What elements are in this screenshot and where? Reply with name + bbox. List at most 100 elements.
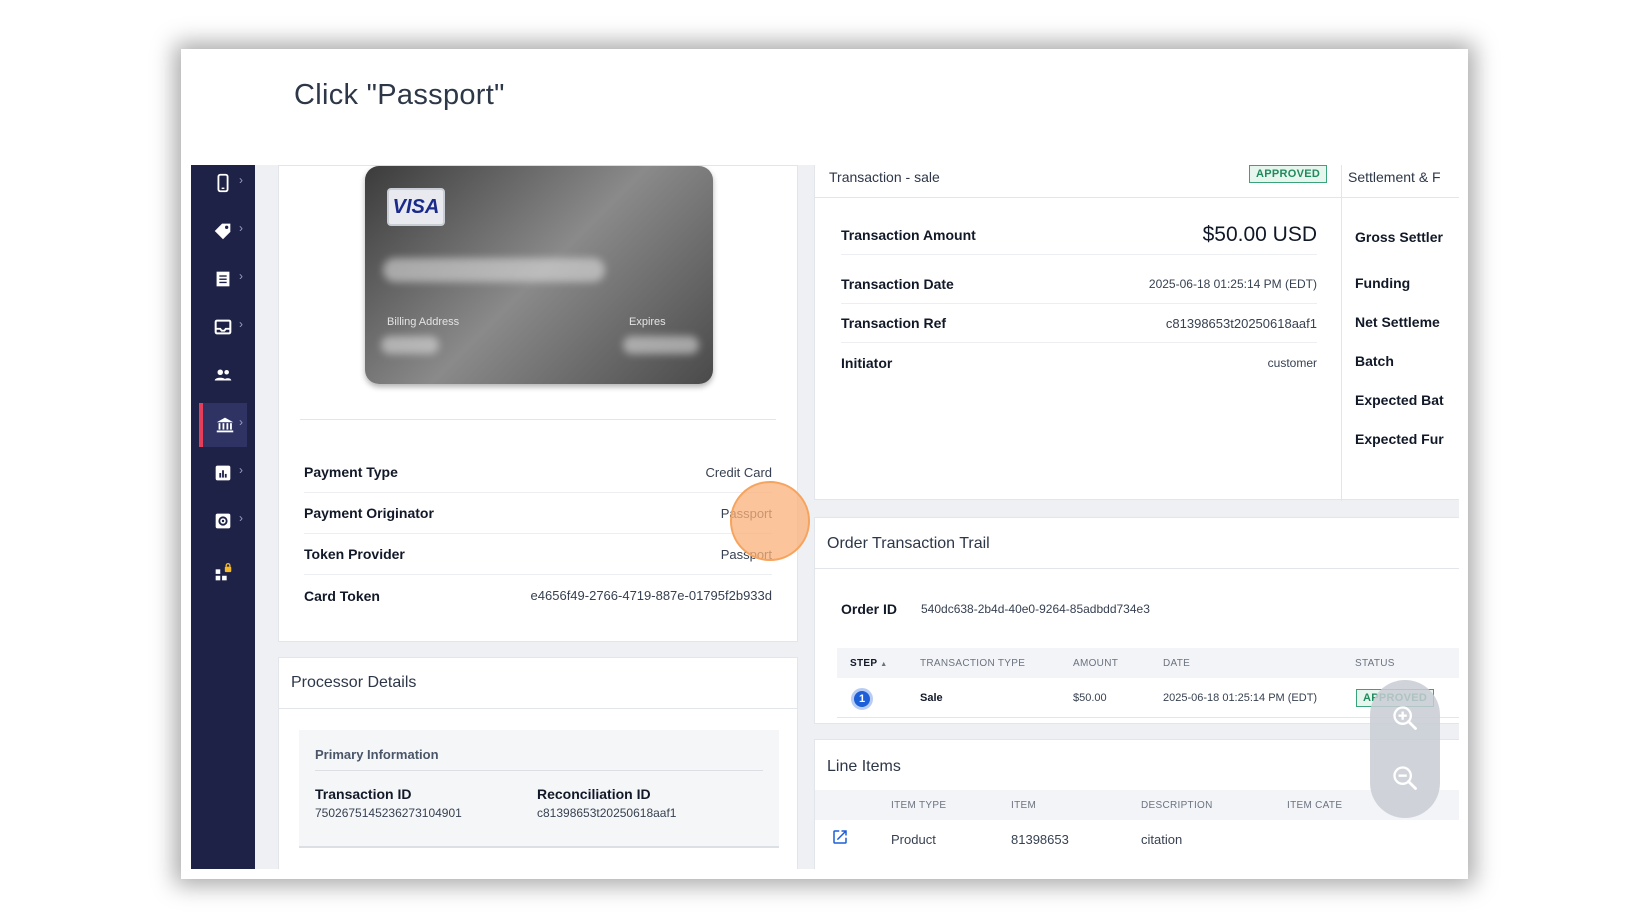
transaction-amount-value: $50.00 USD <box>1202 223 1317 246</box>
order-transaction-trail-panel: Order Transaction Trail Order ID 540dc63… <box>814 517 1459 724</box>
sidebar-item-users[interactable] <box>199 353 247 397</box>
chevron-right-icon: › <box>239 415 243 429</box>
app-viewport: › › › › › › › VISA Billing Address Expir… <box>191 165 1459 869</box>
sidebar: › › › › › › › <box>191 165 255 869</box>
transaction-amount-row: Transaction Amount $50.00 USD <box>841 216 1317 255</box>
tag-icon <box>214 223 231 240</box>
divider <box>300 419 776 420</box>
processor-details-panel: Processor Details Primary Information Tr… <box>278 657 798 869</box>
token-provider-row: Token Provider Passport <box>304 534 772 575</box>
step-number-badge: 1 <box>851 688 873 710</box>
item-cell: 81398653 <box>1011 832 1069 847</box>
card-token-value: e4656f49-2766-4719-887e-01795f2b933d <box>530 588 772 603</box>
column-header-step[interactable]: STEP ▲ <box>850 658 887 669</box>
bank-icon <box>216 417 234 433</box>
chevron-right-icon: › <box>239 463 243 477</box>
zoom-out-icon[interactable] <box>1391 764 1419 792</box>
column-header-item-category: ITEM CATE <box>1287 800 1343 811</box>
column-divider <box>1341 165 1342 501</box>
item-type-cell: Product <box>891 832 936 847</box>
card-number-blurred <box>383 258 605 282</box>
table-header: STEP ▲ TRANSACTION TYPE AMOUNT DATE STAT… <box>837 648 1459 678</box>
expected-batch-label: Expected Bat <box>1355 392 1444 408</box>
sidebar-item-settings[interactable]: › <box>199 499 247 543</box>
users-icon <box>214 369 232 381</box>
expected-funding-label: Expected Fur <box>1355 431 1444 447</box>
chart-icon <box>215 465 231 481</box>
payment-method-panel: VISA Billing Address Expires Payment Typ… <box>278 165 810 642</box>
chevron-right-icon: › <box>239 173 243 187</box>
inbox-icon <box>214 319 232 335</box>
funding-label: Funding <box>1355 275 1411 291</box>
expires-blurred <box>623 336 699 354</box>
tutorial-frame: Click "Passport" › › › › › › › VISA Bill… <box>181 49 1468 879</box>
column-header-item: ITEM <box>1011 800 1037 811</box>
divider <box>279 708 797 709</box>
sidebar-item-devices[interactable]: › <box>199 165 247 205</box>
column-header-amount: AMOUNT <box>1073 658 1119 669</box>
table-row[interactable]: 1 Sale $50.00 2025-06-18 01:25:14 PM (ED… <box>837 678 1459 718</box>
status-badge: APPROVED <box>1249 165 1328 183</box>
zoom-in-icon[interactable] <box>1391 704 1419 732</box>
batch-label: Batch <box>1355 353 1394 369</box>
primary-information-title: Primary Information <box>315 747 439 762</box>
transaction-id-value: 7502675145236273104901 <box>315 806 462 820</box>
chevron-right-icon: › <box>239 269 243 283</box>
credit-card-image: VISA Billing Address Expires <box>365 166 713 384</box>
visa-logo: VISA <box>387 188 445 226</box>
order-transaction-trail-title: Order Transaction Trail <box>827 535 990 552</box>
sort-ascending-icon: ▲ <box>880 661 888 668</box>
card-token-row: Card Token e4656f49-2766-4719-887e-01795… <box>304 575 772 616</box>
order-id-value: 540dc638-2b4d-40e0-9264-85adbdd734e3 <box>921 602 1150 616</box>
processor-details-title: Processor Details <box>291 674 417 691</box>
external-link-icon[interactable] <box>831 828 849 846</box>
settlement-header-title: Settlement & F <box>1348 169 1441 185</box>
sidebar-item-banking[interactable]: › <box>199 403 247 447</box>
column-header-status: STATUS <box>1355 658 1395 669</box>
transaction-date-label: Transaction Date <box>841 276 954 292</box>
step-title: Click "Passport" <box>294 79 505 111</box>
description-cell: citation <box>1141 832 1183 847</box>
transaction-header: Transaction - sale APPROVED Settlement &… <box>815 165 1459 198</box>
gross-settlement-label: Gross Settler <box>1355 229 1443 245</box>
chevron-right-icon: › <box>239 511 243 525</box>
divider <box>815 568 1459 569</box>
sidebar-item-tags[interactable]: › <box>199 209 247 253</box>
initiator-label: Initiator <box>841 354 893 371</box>
sidebar-item-reports[interactable]: › <box>199 451 247 495</box>
reconciliation-id-label: Reconciliation ID <box>537 786 651 802</box>
order-id-label: Order ID <box>841 601 898 617</box>
mobile-icon <box>217 173 229 193</box>
initiator-row: Initiator customer <box>841 343 1317 382</box>
billing-address-blurred <box>381 336 439 354</box>
billing-address-label: Billing Address <box>387 316 460 328</box>
column-header-transaction-type: TRANSACTION TYPE <box>920 658 1026 669</box>
table-row: Product 81398653 citation <box>815 822 1459 852</box>
table-header: ITEM TYPE ITEM DESCRIPTION ITEM CATE <box>815 790 1459 820</box>
date-cell: 2025-06-18 01:25:14 PM (EDT) <box>1163 692 1318 704</box>
column-header-description: DESCRIPTION <box>1141 800 1213 811</box>
transaction-id-label: Transaction ID <box>315 786 412 802</box>
payment-originator-label: Payment Originator <box>304 505 434 521</box>
transaction-ref-label: Transaction Ref <box>841 315 947 331</box>
transaction-type-cell: Sale <box>920 692 943 704</box>
sidebar-item-apps[interactable] <box>199 551 247 595</box>
reconciliation-id-value: c81398653t20250618aaf1 <box>537 806 677 820</box>
sidebar-item-inbox[interactable]: › <box>199 305 247 349</box>
transaction-ref-value: c81398653t20250618aaf1 <box>1165 315 1317 331</box>
line-items-title: Line Items <box>827 758 901 775</box>
initiator-value: customer <box>1267 355 1317 370</box>
chevron-right-icon: › <box>239 221 243 235</box>
sidebar-item-receipts[interactable]: › <box>199 257 247 301</box>
payment-type-label: Payment Type <box>304 464 398 480</box>
transaction-header-title: Transaction - sale <box>829 169 940 185</box>
receipt-icon <box>216 271 230 287</box>
transaction-ref-row: Transaction Ref c81398653t20250618aaf1 <box>841 304 1317 343</box>
click-highlight <box>730 481 810 561</box>
card-token-label: Card Token <box>304 587 380 604</box>
column-header-item-type: ITEM TYPE <box>891 800 947 811</box>
chevron-right-icon: › <box>239 317 243 331</box>
expires-label: Expires <box>629 316 666 328</box>
net-settlement-label: Net Settleme <box>1355 314 1440 330</box>
divider <box>315 770 763 771</box>
